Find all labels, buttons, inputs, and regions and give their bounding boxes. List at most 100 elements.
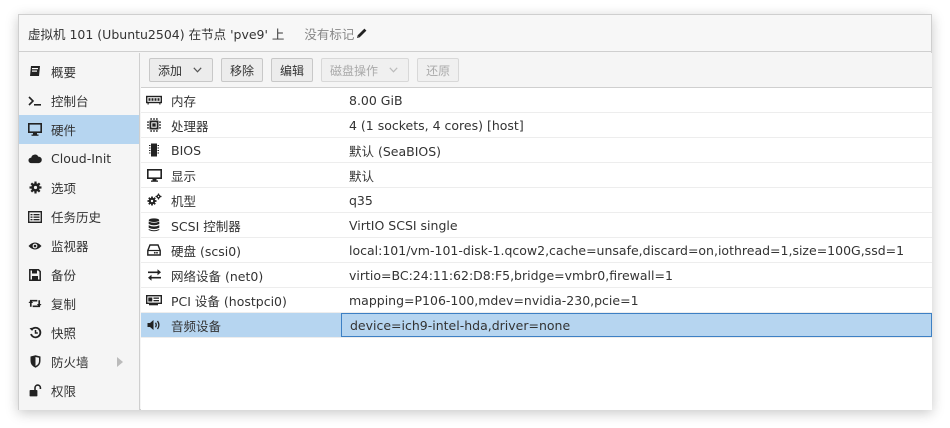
sidebar-item-options[interactable]: 选项 <box>19 173 139 202</box>
hardware-row-display[interactable]: 显示 默认 <box>141 163 932 188</box>
hardware-value: 默认 <box>349 168 375 184</box>
hardware-name: 音频设备 <box>171 318 222 334</box>
vm-window: 虚拟机 101 (Ubuntu2504) 在节点 'pve9' 上 没有标记 概… <box>18 14 932 410</box>
sidebar-item-hardware[interactable]: 硬件 <box>19 115 139 144</box>
sidebar-item-cloud-init[interactable]: Cloud-Init <box>19 144 139 173</box>
hardware-name-cell: 内存 <box>141 88 341 112</box>
sidebar-item-label: Cloud-Init <box>51 151 112 166</box>
edit-button[interactable]: 编辑 <box>271 58 314 82</box>
sidebar-item-label: 任务历史 <box>51 210 102 225</box>
hardware-name: 机型 <box>171 193 197 209</box>
unlock-icon <box>28 384 42 398</box>
floppy-icon <box>28 268 42 282</box>
database-icon <box>146 218 162 232</box>
cogs-icon <box>146 193 162 207</box>
chevron-down-icon <box>190 63 204 77</box>
edit-button-label: 编辑 <box>280 63 305 78</box>
hardware-value: virtio=BC:24:11:62:D8:F5,bridge=vmbr0,fi… <box>349 267 673 283</box>
sidebar-item-replication[interactable]: 复制 <box>19 289 139 318</box>
hardware-grid: 内存 8.00 GiB 处理器 4 (1 sockets, 4 cores) [… <box>141 88 932 338</box>
desktop-icon <box>28 123 42 137</box>
hardware-name-cell: SCSI 控制器 <box>141 213 341 237</box>
hardware-name: 硬盘 (scsi0) <box>171 243 242 259</box>
volume-icon <box>146 318 162 332</box>
hardware-value: 默认 (SeaBIOS) <box>349 143 442 159</box>
hardware-name-cell: 音频设备 <box>141 313 341 337</box>
sidebar-item-label: 选项 <box>51 181 77 196</box>
tags-editor[interactable]: 没有标记 <box>304 24 368 43</box>
gear-icon <box>28 181 42 195</box>
sidebar-item-monitor[interactable]: 监视器 <box>19 231 139 260</box>
history-icon <box>28 326 42 340</box>
revert-button-label: 还原 <box>426 63 451 78</box>
list-icon <box>28 210 42 224</box>
sidebar-item-label: 备份 <box>51 268 77 283</box>
pencil-icon[interactable] <box>356 27 368 39</box>
sidebar-item-summary[interactable]: 概要 <box>19 57 139 86</box>
hardware-row-network[interactable]: 网络设备 (net0) virtio=BC:24:11:62:D8:F5,bri… <box>141 263 932 288</box>
hdd-icon <box>146 243 162 257</box>
hardware-panel: 添加 移除 编辑 磁盘操作 还原 内存 8.00 GiB 处理器 4 (1 so… <box>141 53 932 410</box>
add-button[interactable]: 添加 <box>149 58 214 82</box>
eye-icon <box>28 239 42 253</box>
hardware-name-cell: 机型 <box>141 188 341 212</box>
hardware-name: PCI 设备 (hostpci0) <box>171 293 287 309</box>
remove-button-label: 移除 <box>230 63 255 78</box>
hardware-name-cell: 处理器 <box>141 113 341 137</box>
hardware-row-machine[interactable]: 机型 q35 <box>141 188 932 213</box>
sidebar-item-label: 快照 <box>51 326 77 341</box>
hardware-row-pci-device[interactable]: PCI 设备 (hostpci0) mapping=P106-100,mdev=… <box>141 288 932 313</box>
submenu-arrow-icon[interactable] <box>117 357 123 367</box>
sidebar-item-label: 复制 <box>51 297 77 312</box>
hardware-toolbar: 添加 移除 编辑 磁盘操作 还原 <box>141 53 932 88</box>
microchip-icon <box>146 143 162 157</box>
hardware-name-cell: PCI 设备 (hostpci0) <box>141 288 341 312</box>
chevron-down-icon <box>386 63 400 77</box>
sidebar-item-label: 控制台 <box>51 94 89 109</box>
desktop-icon <box>146 168 162 182</box>
hardware-row-hard-disk[interactable]: 硬盘 (scsi0) local:101/vm-101-disk-1.qcow2… <box>141 238 932 263</box>
hardware-row-scsi-controller[interactable]: SCSI 控制器 VirtIO SCSI single <box>141 213 932 238</box>
sidebar: 概要 控制台 硬件 Cloud-Init 选项 任务历史 监视器 备份 复制 快… <box>19 53 140 410</box>
sidebar-item-snapshots[interactable]: 快照 <box>19 318 139 347</box>
hardware-value: 8.00 GiB <box>349 92 403 108</box>
hardware-name: 内存 <box>171 93 197 109</box>
book-icon <box>28 65 42 79</box>
hardware-row-memory[interactable]: 内存 8.00 GiB <box>141 88 932 113</box>
retweet-icon <box>28 297 42 311</box>
sidebar-item-label: 概要 <box>51 65 77 80</box>
sidebar-item-label: 硬件 <box>51 123 77 138</box>
hardware-name-cell: 网络设备 (net0) <box>141 263 341 287</box>
hardware-name: 显示 <box>171 168 197 184</box>
pci-card-icon <box>146 293 162 307</box>
terminal-icon <box>28 94 42 108</box>
hardware-name: 处理器 <box>171 118 209 134</box>
hardware-value: q35 <box>349 192 373 208</box>
sidebar-item-task-history[interactable]: 任务历史 <box>19 202 139 231</box>
sidebar-item-label: 权限 <box>51 384 77 399</box>
hardware-value: local:101/vm-101-disk-1.qcow2,cache=unsa… <box>349 242 905 258</box>
hardware-name-cell: 显示 <box>141 163 341 187</box>
sidebar-item-firewall[interactable]: 防火墙 <box>19 347 139 376</box>
hardware-row-cpu[interactable]: 处理器 4 (1 sockets, 4 cores) [host] <box>141 113 932 138</box>
remove-button[interactable]: 移除 <box>221 58 264 82</box>
sidebar-item-backup[interactable]: 备份 <box>19 260 139 289</box>
cpu-icon <box>146 118 162 132</box>
hardware-name-cell: BIOS <box>141 138 341 162</box>
hardware-value: mapping=P106-100,mdev=nvidia-230,pcie=1 <box>349 292 639 308</box>
disk-action-button[interactable]: 磁盘操作 <box>321 58 410 82</box>
title-bar: 虚拟机 101 (Ubuntu2504) 在节点 'pve9' 上 没有标记 <box>19 15 931 52</box>
exchange-icon <box>146 268 162 282</box>
sidebar-item-label: 防火墙 <box>51 355 89 370</box>
hardware-value: device=ich9-intel-hda,driver=none <box>341 313 932 337</box>
sidebar-item-permissions[interactable]: 权限 <box>19 376 139 405</box>
sidebar-item-console[interactable]: 控制台 <box>19 86 139 115</box>
hardware-value: 4 (1 sockets, 4 cores) [host] <box>349 117 524 133</box>
no-tags-label: 没有标记 <box>304 26 355 42</box>
hardware-row-bios[interactable]: BIOS 默认 (SeaBIOS) <box>141 138 932 163</box>
revert-button[interactable]: 还原 <box>417 58 460 82</box>
hardware-row-audio-device[interactable]: 音频设备 device=ich9-intel-hda,driver=none <box>141 313 932 338</box>
add-button-label: 添加 <box>158 63 183 78</box>
hardware-name: BIOS <box>171 142 202 158</box>
disk-action-button-label: 磁盘操作 <box>330 63 379 78</box>
